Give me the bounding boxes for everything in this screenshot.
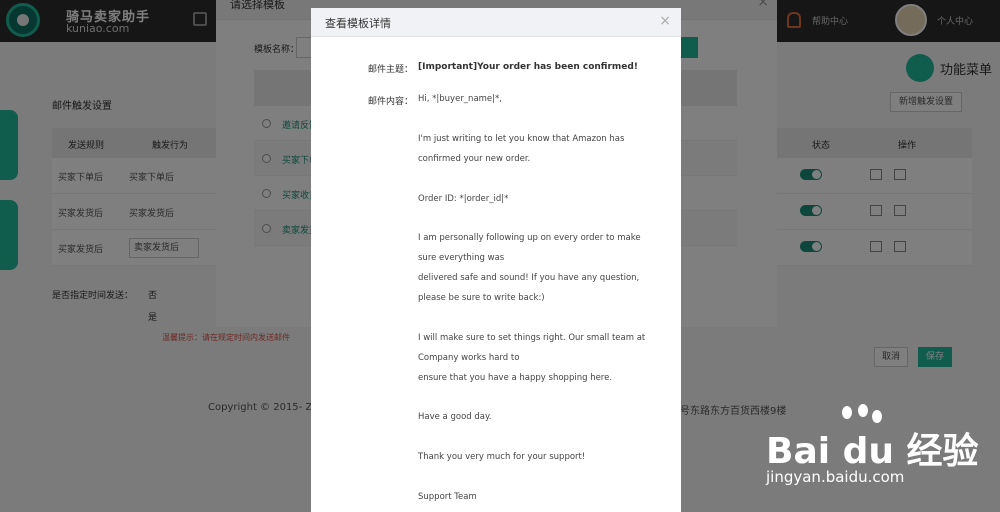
paw-icon: [858, 404, 868, 417]
template-detail-dialog: 查看模板详情 × 邮件主题： [Important]Your order has…: [311, 8, 681, 512]
subject-label: 邮件主题：: [368, 65, 414, 75]
paw-icon: [842, 406, 852, 419]
email-body-line: please be sure to write back:): [418, 293, 545, 303]
content-label: 邮件内容：: [368, 97, 414, 107]
watermark-text: Bai du 经验: [766, 431, 979, 472]
close-icon[interactable]: ×: [659, 13, 671, 29]
email-subject: [Important]Your order has been confirmed…: [418, 62, 638, 72]
email-body-line: Support Team: [418, 492, 477, 502]
email-body-line: Order ID: *|order_id|*: [418, 193, 509, 204]
watermark-url: jingyan.baidu.com: [766, 468, 905, 486]
email-body-line: sure everything was: [418, 253, 505, 264]
email-body-line: I will make sure to set things right. Ou…: [418, 332, 646, 343]
email-body-line: Company works hard to: [418, 352, 520, 363]
dialog-title: 查看模板详情: [325, 17, 391, 30]
email-body-line: I am personally following up on every or…: [418, 233, 641, 244]
email-body-line: Hi, *|buyer_name|*,: [418, 94, 502, 104]
email-body-line: Have a good day.: [418, 412, 492, 423]
baidu-jingyan-watermark: Bai du 经验 jingyan.baidu.com: [766, 404, 998, 504]
email-body-line: ensure that you have a happy shopping he…: [418, 372, 613, 383]
dialog-header: 查看模板详情 ×: [311, 8, 681, 37]
email-body-line: confirmed your new order.: [418, 153, 531, 164]
email-body-line: delivered safe and sound! If you have an…: [418, 273, 640, 284]
email-body-line: I'm just writing to let you know that Am…: [418, 133, 625, 144]
email-body-line: Thank you very much for your support!: [418, 452, 586, 463]
